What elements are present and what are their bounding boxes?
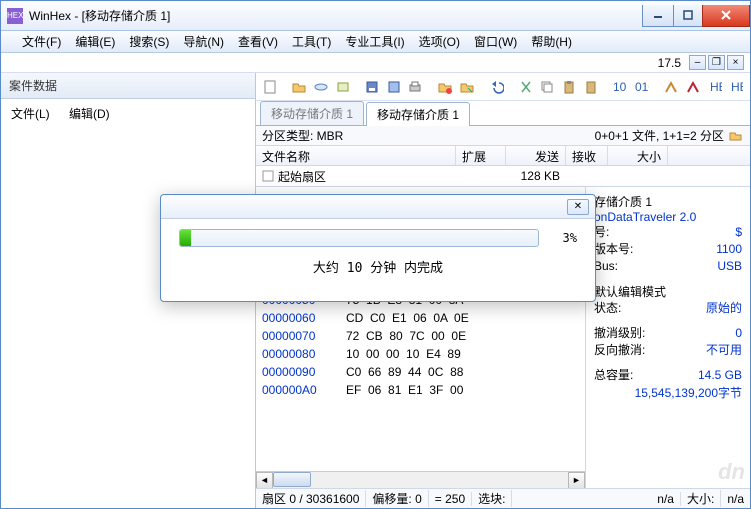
filelist-row[interactable]: 起始扇区 128 KB	[256, 166, 750, 186]
minimize-button[interactable]	[642, 5, 674, 27]
maximize-button[interactable]	[673, 5, 703, 27]
menu-bar: 文件(F) 编辑(E) 搜索(S) 导航(N) 查看(V) 工具(T) 专业工具…	[1, 31, 750, 53]
menu-search[interactable]: 搜索(S)	[122, 31, 176, 52]
file-send: 128 KB	[506, 169, 566, 183]
case-menu-file[interactable]: 文件(L)	[11, 107, 50, 121]
copy-icon[interactable]	[538, 77, 558, 97]
partition-summary: 0+0+1 文件, 1+1=2 分区	[595, 127, 724, 144]
hex-hscrollbar[interactable]: ◄ ►	[256, 471, 585, 488]
open-memory-icon[interactable]	[333, 77, 353, 97]
tab-disk-1a[interactable]: 移动存储介质 1	[260, 101, 364, 125]
hdr-size[interactable]: 大小	[608, 146, 668, 165]
menu-edit[interactable]: 编辑(E)	[68, 31, 122, 52]
toolbar: 101 010 HEX HEX	[256, 73, 750, 101]
hdr-recv[interactable]: 接收	[566, 146, 608, 165]
save-icon[interactable]	[362, 77, 382, 97]
undo-icon[interactable]	[486, 77, 506, 97]
paste-icon[interactable]	[559, 77, 579, 97]
status-eq: = 250	[429, 492, 472, 506]
progress-dialog: ✕ 3% 大约 10 分钟 内完成	[160, 194, 596, 302]
close-button[interactable]	[702, 5, 750, 27]
bin-icon[interactable]: 101	[610, 77, 630, 97]
version-row: 17.5 ‒ ❐ ×	[1, 53, 750, 73]
info-device: onDataTraveler 2.0	[594, 210, 742, 224]
find-hex-icon[interactable]	[683, 77, 703, 97]
hdr-name[interactable]: 文件名称	[256, 146, 456, 165]
file-name: 起始扇区	[278, 168, 326, 185]
progress-message: 大约 10 分钟 内完成	[179, 257, 577, 276]
status-sector: 扇区 0 / 30361600	[256, 490, 366, 507]
scroll-right-icon[interactable]: ►	[568, 472, 585, 489]
goto-sector-icon[interactable]: HEX	[726, 77, 746, 97]
info-title: 存储介质 1	[594, 193, 742, 210]
open-folder-icon[interactable]	[290, 77, 310, 97]
open-disk-icon[interactable]	[311, 77, 331, 97]
case-data-tree[interactable]	[1, 128, 255, 508]
filelist-header: 文件名称 扩展 发送 接收 大小	[256, 146, 750, 166]
menu-protools[interactable]: 专业工具(I)	[338, 31, 411, 52]
menu-options[interactable]: 选项(O)	[412, 31, 467, 52]
scroll-left-icon[interactable]: ◄	[256, 472, 273, 489]
mdi-minimize-button[interactable]: ‒	[689, 55, 706, 70]
progress-percent: 3%	[549, 231, 577, 245]
app-icon: HEX	[7, 8, 23, 24]
menu-help[interactable]: 帮助(H)	[524, 31, 579, 52]
status-bar: 扇区 0 / 30361600 偏移量: 0 = 250 选块: n/a 大小:…	[256, 488, 750, 508]
svg-text:101: 101	[613, 80, 627, 94]
hdr-send[interactable]: 发送	[506, 146, 566, 165]
menu-file[interactable]: 文件(F)	[15, 31, 68, 52]
partition-type-label: 分区类型: MBR	[262, 127, 595, 144]
menu-window[interactable]: 窗口(W)	[467, 31, 524, 52]
new-file-icon[interactable]	[260, 77, 280, 97]
version-label: 17.5	[658, 56, 681, 70]
scroll-thumb[interactable]	[273, 472, 311, 487]
case-data-header: 案件数据	[1, 73, 255, 99]
progress-fill	[180, 230, 191, 246]
file-icon	[262, 170, 274, 182]
info-total-bytes: 15,545,139,200字节	[594, 384, 742, 401]
save-sector-icon[interactable]	[384, 77, 404, 97]
hex-icon[interactable]: 010	[632, 77, 652, 97]
write-icon[interactable]	[435, 77, 455, 97]
svg-text:HEX: HEX	[710, 80, 722, 94]
case-menu-edit[interactable]: 编辑(D)	[69, 107, 110, 121]
paste-zero-icon[interactable]	[581, 77, 601, 97]
editor-tabs: 移动存储介质 1 移动存储介质 1	[256, 101, 750, 125]
partition-row: 分区类型: MBR 0+0+1 文件, 1+1=2 分区	[256, 126, 750, 146]
print-icon[interactable]	[406, 77, 426, 97]
menu-tools[interactable]: 工具(T)	[285, 31, 338, 52]
case-data-menu: 文件(L) 编辑(D)	[1, 99, 255, 128]
tab-disk-1b[interactable]: 移动存储介质 1	[366, 102, 470, 126]
info-panel: 存储介质 1 onDataTraveler 2.0 号:$ 版本号:1100 B…	[585, 187, 750, 488]
progress-close-button[interactable]: ✕	[567, 199, 589, 215]
status-offset: 偏移量: 0	[366, 490, 428, 507]
svg-text:010: 010	[635, 80, 649, 94]
progress-bar	[179, 229, 539, 247]
svg-text:HEX: HEX	[731, 80, 743, 94]
partition-dropdown-icon[interactable]	[728, 128, 744, 144]
goto-icon[interactable]: HEX	[705, 77, 725, 97]
mdi-close-button[interactable]: ×	[727, 55, 744, 70]
hdr-ext[interactable]: 扩展	[456, 146, 506, 165]
read-icon[interactable]	[457, 77, 477, 97]
mdi-restore-button[interactable]: ❐	[708, 55, 725, 70]
info-mode-header: 默认编辑模式	[594, 283, 742, 300]
menu-navigate[interactable]: 导航(N)	[176, 31, 231, 52]
title-bar[interactable]: HEX WinHex - [移动存储介质 1]	[1, 1, 750, 31]
window-title: WinHex - [移动存储介质 1]	[29, 7, 643, 24]
menu-view[interactable]: 查看(V)	[231, 31, 285, 52]
find-icon[interactable]	[661, 77, 681, 97]
cut-icon[interactable]	[516, 77, 536, 97]
